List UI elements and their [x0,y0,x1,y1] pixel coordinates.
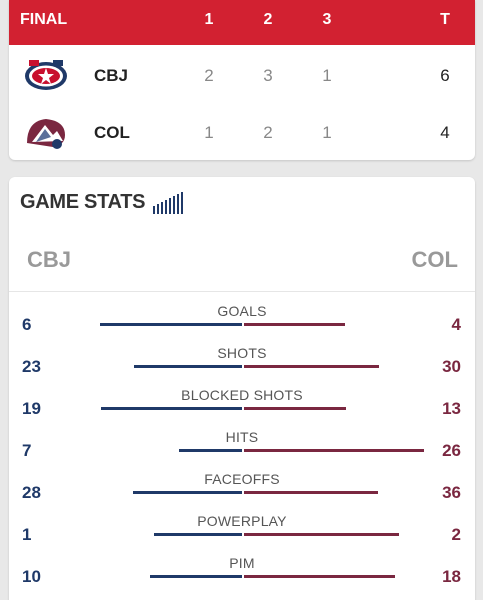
stat-right-value: 4 [451,315,461,334]
stat-bar-right [244,407,347,410]
stat-row-blocked-shots: BLOCKED SHOTS 19 13 [9,387,475,429]
period-2-score: 3 [263,66,273,85]
stat-bar-left [149,575,242,578]
period-2-score: 2 [263,123,273,142]
stat-right-value: 13 [442,399,461,418]
stat-row-shots: SHOTS 23 30 [9,345,475,387]
stat-bar-right [244,491,379,494]
stat-row-powerplay: POWERPLAY 1 2 [9,513,475,555]
stat-bar-left [101,407,242,410]
team-row-cbj[interactable]: CBJ 2 3 1 6 [9,48,475,104]
stat-left-value: 10 [22,567,41,586]
stat-row-pim: PIM 10 18 [9,555,475,597]
total-header: T [440,11,450,28]
stat-label: SHOTS [217,345,267,361]
period-3-score: 1 [322,66,332,85]
period-3-score: 1 [322,123,332,142]
stat-bar-right [244,575,395,578]
stat-bar-left [100,323,242,326]
stat-bar-left [178,449,242,452]
stats-right-team: COL [411,247,458,272]
stat-right-value: 2 [451,525,461,544]
game-stats-card: GAME STATS CBJ COL GOALS 6 4 SHOTS 23 30 BLOCK… [9,177,475,600]
period-2-header: 2 [263,11,273,28]
period-1-score: 1 [204,123,214,142]
stat-label: POWERPLAY [197,513,287,529]
scoreboard-card: FINAL 1 2 3 T CBJ 2 3 1 6 COL 1 2 1 4 [9,0,475,160]
scoreboard-header: FINAL 1 2 3 T [9,0,475,45]
divider [9,291,475,292]
stat-left-value: 23 [22,357,41,376]
period-1-score: 2 [204,66,214,85]
period-1-header: 1 [204,11,214,28]
stat-left-value: 19 [22,399,41,418]
blue-jackets-logo [25,60,67,90]
stat-bar-right [244,323,346,326]
stat-label: HITS [225,429,259,445]
stat-right-value: 26 [442,441,461,460]
stat-label: GOALS [217,303,267,319]
team-row-col[interactable]: COL 1 2 1 4 [9,105,475,160]
stat-left-value: 6 [22,315,32,334]
stat-row-goals: GOALS 6 4 [9,303,475,345]
stats-left-team: CBJ [27,247,72,272]
stat-row-hits: HITS 7 26 [9,429,475,471]
game-stats-title: GAME STATS [20,191,146,213]
stat-right-value: 18 [442,567,461,586]
stat-bar-left [154,533,242,536]
team-abbr: COL [94,123,130,142]
stat-bar-right [244,533,400,536]
stat-right-value: 36 [442,483,461,502]
stat-label: BLOCKED SHOTS [181,387,303,403]
stat-label: FACEOFFS [204,471,280,487]
team-abbr: CBJ [94,66,129,85]
stat-label: PIM [229,555,255,571]
period-3-header: 3 [322,11,332,28]
stat-right-value: 30 [442,357,461,376]
stat-row-faceoffs: FACEOFFS 28 36 [9,471,475,513]
stat-bar-left [133,491,242,494]
game-status: FINAL [20,11,68,28]
avalanche-logo [27,119,65,149]
stat-bar-left [133,365,242,368]
total-score: 4 [440,123,450,142]
stat-left-value: 1 [22,525,32,544]
stat-left-value: 7 [22,441,32,460]
stat-left-value: 28 [22,483,41,502]
stat-bar-right [244,449,424,452]
total-score: 6 [440,66,450,85]
signal-bars-icon [153,192,183,214]
stat-bar-right [244,365,379,368]
